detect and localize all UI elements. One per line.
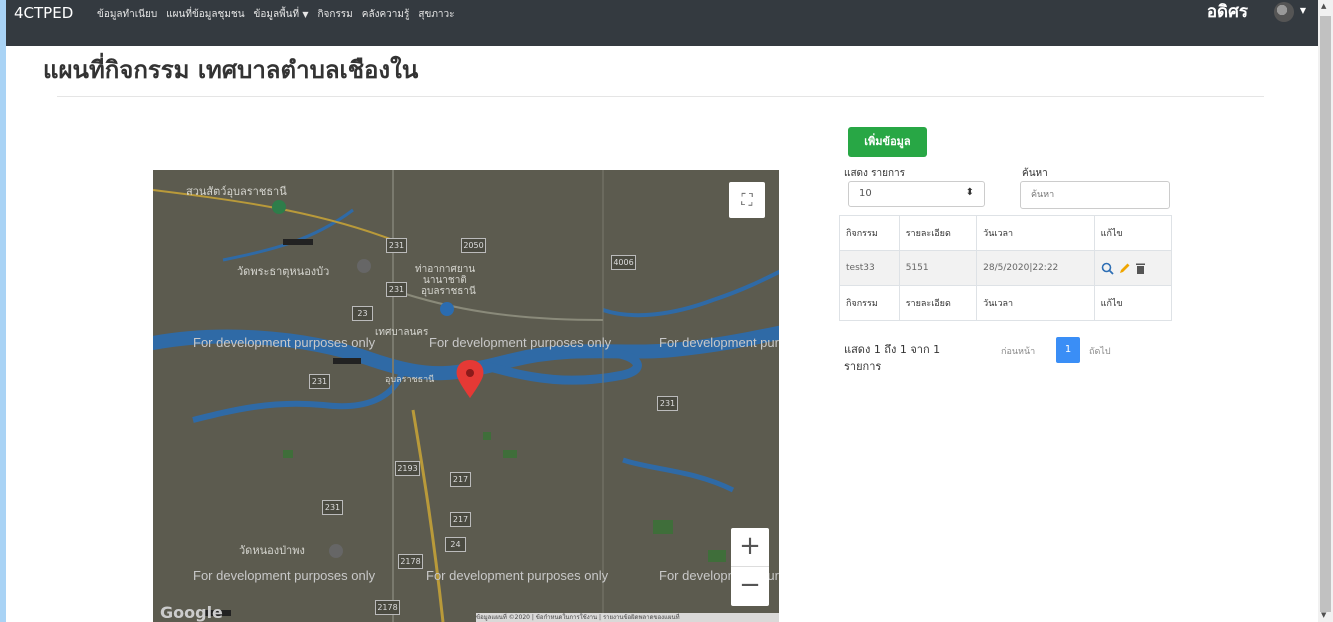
cell-detail: 5151 (898, 250, 978, 286)
table-header-row: กิจกรรม รายละเอียด วันเวลา แก้ไข (839, 215, 1173, 251)
scroll-down-icon[interactable]: ▼ (1321, 611, 1326, 619)
cell-actions (1093, 250, 1173, 286)
page-length-select[interactable]: 10 ⬍ (848, 181, 985, 207)
nav-link-community-map[interactable]: แผนที่ข้อมูลชุมชน (166, 7, 244, 22)
map-label-municipality-2: อุบลราชธานี (385, 375, 435, 385)
temple-pin (357, 259, 371, 273)
map-label-temple: วัดพระธาตุหนองบัว (237, 265, 330, 278)
pager-page-1[interactable]: 1 (1056, 337, 1080, 363)
column-footer-activity: กิจกรรม (839, 285, 900, 321)
map-dev-watermark: For development purposes only (429, 335, 612, 350)
view-icon[interactable] (1101, 262, 1114, 275)
temple-pin (329, 544, 343, 558)
column-footer-datetime: วันเวลา (976, 285, 1095, 321)
map-dev-watermark: For development purposes only (193, 335, 376, 350)
road-shield: 231 (309, 374, 330, 389)
divider (57, 96, 1264, 97)
pager-next[interactable]: ถัดไป (1089, 344, 1111, 358)
road-shield: 4006 (611, 255, 636, 270)
map-footer[interactable]: ข้อมูลแผนที่ ©2020 | ข้อกำหนดในการใช้งาน… (476, 613, 779, 622)
road-shield: 2178 (398, 554, 423, 569)
nav-link-wellbeing[interactable]: สุขภาวะ (418, 7, 454, 22)
length-label: แสดง รายการ (844, 168, 905, 179)
airport-pin (440, 302, 454, 316)
column-header-activity[interactable]: กิจกรรม (839, 215, 900, 251)
road-shield: 217 (450, 512, 471, 527)
column-header-detail[interactable]: รายละเอียด (898, 215, 978, 251)
fullscreen-icon: ⛶ (741, 190, 753, 209)
table-info: แสดง 1 ถึง 1 จาก 1 รายการ (844, 343, 941, 373)
road-shield: 231 (322, 500, 343, 515)
cell-activity: test33 (839, 250, 900, 286)
navbar: 4CTPED ข้อมูลทำเนียบ แผนที่ข้อมูลชุมชน ข… (6, 0, 1318, 46)
caret-down-icon: ▼ (302, 10, 309, 19)
page-length-value: 10 (859, 188, 872, 199)
column-footer-detail: รายละเอียด (898, 285, 978, 321)
nav-links: ข้อมูลทำเนียบ แผนที่ข้อมูลชุมชน ข้อมูลพื… (97, 7, 455, 22)
column-header-datetime[interactable]: วันเวลา (976, 215, 1095, 251)
delete-icon[interactable] (1135, 262, 1146, 275)
brand-link[interactable]: 4CTPED (14, 4, 73, 22)
page-scrollbar[interactable]: ▲ ▼ (1318, 0, 1333, 622)
fullscreen-button[interactable]: ⛶ (729, 182, 765, 218)
map-dev-watermark: For development purposes only (426, 568, 609, 583)
zoom-control: + − (731, 528, 769, 606)
zoom-out-button[interactable]: − (731, 567, 769, 605)
nav-link-area-data-label: ข้อมูลพื้นที่ (253, 9, 300, 20)
search-input[interactable] (1020, 181, 1170, 209)
table-footer-row: กิจกรรม รายละเอียด วันเวลา แก้ไข (839, 285, 1173, 321)
map-label-temple-2: วัดหนองป่าพง (239, 544, 305, 557)
map-view[interactable]: สวนสัตว์อุบลราชธานี วัดพระธาตุหนองบัว ท่… (153, 170, 779, 622)
browser-viewport: 4CTPED ข้อมูลทำเนียบ แผนที่ข้อมูลชุมชน ข… (6, 0, 1318, 622)
cell-datetime: 28/5/2020|22:22 (976, 250, 1095, 286)
road-shield: 231 (386, 238, 407, 253)
map-dev-watermark: For development purposes only (659, 335, 779, 350)
row-actions (1101, 262, 1165, 275)
column-header-edit[interactable]: แก้ไข (1093, 215, 1173, 251)
map-dev-watermark: For development purposes only (193, 568, 376, 583)
add-data-button[interactable]: เพิ่มข้อมูล (848, 127, 927, 157)
scrollbar-thumb[interactable] (1320, 16, 1331, 612)
zoo-pin (272, 200, 286, 214)
zoom-in-button[interactable]: + (731, 528, 769, 567)
road-shield: 217 (450, 472, 471, 487)
table-row: test33 5151 28/5/2020|22:22 (839, 250, 1173, 286)
search-label: ค้นหา (1022, 168, 1048, 179)
road-shield: 231 (386, 282, 407, 297)
nav-link-directory[interactable]: ข้อมูลทำเนียบ (97, 7, 157, 22)
road-shield: 23 (352, 306, 373, 321)
nav-link-activities[interactable]: กิจกรรม (317, 7, 352, 22)
nav-dropdown-area-data[interactable]: ข้อมูลพื้นที่ ▼ (254, 7, 309, 22)
road-shield: 24 (445, 537, 466, 552)
road-shield: 2178 (375, 600, 400, 615)
column-footer-edit: แก้ไข (1093, 285, 1173, 321)
scroll-up-icon[interactable]: ▲ (1321, 2, 1326, 10)
map-label-municipality-1: เทศบาลนคร (375, 327, 429, 338)
edit-icon[interactable] (1118, 262, 1131, 275)
nav-link-knowledge[interactable]: คลังความรู้ (362, 7, 410, 22)
map-label-zoo: สวนสัตว์อุบลราชธานี (186, 185, 287, 198)
road-shield: 231 (657, 396, 678, 411)
page-title: แผนที่กิจกรรม เทศบาลตำบลเชืองใน (43, 56, 419, 84)
avatar[interactable] (1274, 2, 1294, 22)
caret-down-icon[interactable]: ▼ (1300, 6, 1306, 15)
map-label-airport-3: อุบลราชธานี (421, 286, 476, 297)
google-logo[interactable]: Google (160, 603, 223, 622)
select-arrows-icon: ⬍ (965, 187, 974, 198)
pager-previous[interactable]: ก่อนหน้า (1001, 344, 1035, 358)
activity-table: กิจกรรม รายละเอียด วันเวลา แก้ไข test33 … (839, 215, 1173, 321)
user-name[interactable]: อดิศร (1207, 0, 1248, 25)
road-shield: 2193 (395, 461, 420, 476)
road-shield: 2050 (461, 238, 486, 253)
